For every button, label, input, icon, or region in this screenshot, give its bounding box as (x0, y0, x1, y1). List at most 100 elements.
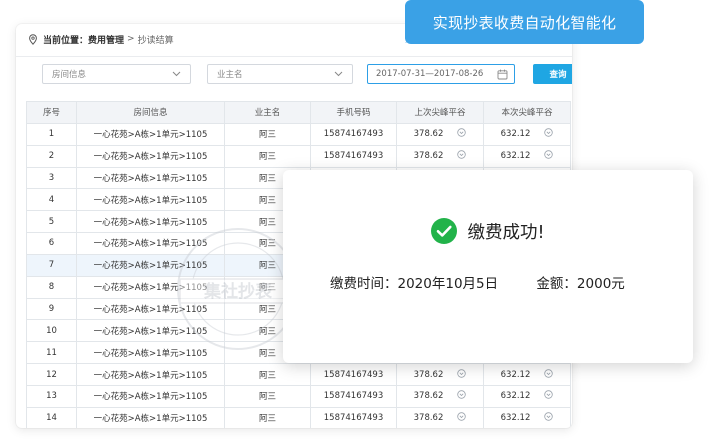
breadcrumb: 当前位置： 费用管理 > 抄读结算 (28, 31, 174, 47)
cell-room: 一心花苑>A栋>1单元>1105 (76, 406, 225, 428)
cell-index: 10 (26, 319, 77, 343)
breadcrumb-current-label: 当前位置： (43, 35, 89, 46)
cell-phone: 15874167493 (310, 384, 397, 408)
table-row[interactable]: 2 一心花苑>A栋>1单元>1105 阿三 15874167493 378.62 632.… (26, 144, 571, 168)
reading-cell: 632.12 (500, 368, 554, 381)
date-range-input[interactable]: 2017-07-31—2017-08-26 (367, 64, 515, 84)
cell-index: 9 (26, 297, 77, 321)
cell-owner: 阿三 (224, 122, 311, 146)
cell-current-reading: 632.12 (483, 122, 571, 146)
check-circle-icon (431, 218, 458, 244)
payment-time-label: 缴费时间： (330, 276, 398, 292)
circle-chevron-icon[interactable] (544, 150, 554, 162)
amount-value: 2000元 (576, 276, 625, 292)
query-button[interactable]: 查询 (533, 64, 572, 84)
cell-index: 5 (26, 210, 77, 234)
reading-cell: 632.12 (501, 390, 554, 402)
cell-index: 14 (26, 406, 77, 428)
reading-value: 632.12 (500, 129, 531, 140)
header-phone: 手机号码 (310, 101, 397, 124)
reading-value: 378.62 (413, 369, 444, 380)
room-select-placeholder: 房间信息 (52, 70, 87, 80)
dialog-title: 缴费成功! (467, 222, 545, 243)
dialog-details: 缴费时间：2020年10月5日 金额：2000元 (330, 272, 625, 292)
cell-room: 一心花苑>A栋>1单元>1105 (76, 384, 225, 408)
owner-select-placeholder: 业主名 (217, 70, 243, 80)
reading-value: 632.12 (500, 369, 531, 380)
cell-owner: 阿三 (224, 363, 311, 386)
reading-cell: 632.12 (501, 150, 554, 162)
cell-current-reading: 632.12 (483, 384, 571, 408)
cell-room: 一心花苑>A栋>1单元>1105 (76, 144, 225, 168)
reading-value: 378.62 (413, 391, 444, 402)
promo-callout: 实现抄表收费自动化智能化 (405, 0, 644, 44)
circle-chevron-icon[interactable] (457, 390, 467, 402)
cell-room: 一心花苑>A栋>1单元>1105 (76, 363, 225, 386)
cell-room: 一心花苑>A栋>1单元>1105 (76, 122, 225, 146)
cell-last-reading: 378.62 (396, 384, 484, 408)
cell-last-reading: 378.62 (396, 122, 484, 146)
cell-index: 7 (26, 253, 77, 277)
circle-chevron-icon[interactable] (457, 412, 467, 424)
circle-chevron-icon[interactable] (544, 390, 554, 402)
cell-phone: 15874167493 (310, 144, 397, 168)
cell-room: 一心花苑>A栋>1单元>1105 (76, 188, 225, 212)
circle-chevron-icon[interactable] (544, 412, 554, 424)
circle-chevron-icon[interactable] (457, 368, 467, 381)
cell-phone: 15874167493 (310, 406, 397, 428)
reading-cell: 378.62 (414, 412, 467, 424)
location-pin-icon (29, 33, 37, 45)
payment-time-value: 2020年10月5日 (397, 276, 499, 292)
breadcrumb-separator: > (127, 34, 135, 44)
watermark-text: 集社抄表 (203, 281, 273, 302)
breadcrumb-fee-management[interactable]: 费用管理 (88, 33, 124, 46)
chevron-down-icon (172, 71, 181, 77)
owner-select[interactable]: 业主名 (207, 64, 353, 84)
reading-cell: 632.12 (501, 128, 554, 140)
cell-last-reading: 378.62 (396, 144, 484, 168)
header-index: 序号 (26, 101, 77, 124)
cell-owner: 阿三 (224, 406, 311, 428)
reading-value: 378.62 (413, 129, 444, 140)
reading-value: 378.62 (413, 413, 444, 424)
cell-current-reading: 632.12 (483, 144, 571, 168)
header-owner: 业主名 (224, 101, 311, 124)
cell-index: 8 (26, 275, 77, 299)
cell-last-reading: 378.62 (396, 363, 484, 386)
room-select[interactable]: 房间信息 (42, 64, 191, 84)
calendar-icon[interactable] (497, 69, 508, 80)
reading-cell: 378.62 (413, 368, 467, 381)
cell-owner: 阿三 (224, 384, 311, 408)
dialog-header: 缴费成功! (283, 218, 693, 244)
cell-phone: 15874167493 (310, 122, 397, 146)
table-row[interactable]: 14 一心花苑>A栋>1单元>1105 阿三 15874167493 378.62 632… (26, 406, 571, 428)
cell-index: 4 (26, 188, 77, 212)
date-range-value: 2017-07-31—2017-08-26 (376, 69, 484, 79)
reading-cell: 378.62 (414, 390, 467, 402)
cell-index: 2 (26, 144, 77, 168)
reading-value: 632.12 (500, 391, 531, 402)
reading-value: 632.12 (500, 151, 531, 162)
cell-index: 3 (26, 166, 77, 190)
circle-chevron-icon[interactable] (544, 128, 554, 140)
table-row[interactable]: 13 一心花苑>A栋>1单元>1105 阿三 15874167493 378.62 632… (26, 384, 571, 408)
cell-current-reading: 632.12 (483, 406, 571, 428)
cell-last-reading: 378.62 (396, 406, 484, 428)
cell-index: 12 (26, 363, 77, 386)
circle-chevron-icon[interactable] (457, 150, 467, 162)
reading-cell: 378.62 (414, 128, 467, 140)
breadcrumb-meter-settlement: 抄读结算 (137, 35, 174, 46)
reading-cell: 378.62 (414, 150, 467, 162)
cell-index: 11 (26, 341, 77, 365)
header-divider (16, 56, 572, 57)
circle-chevron-icon[interactable] (457, 128, 467, 140)
table-row[interactable]: 1 一心花苑>A栋>1单元>1105 阿三 15874167493 378.62 632.… (26, 122, 571, 146)
reading-value: 632.12 (500, 413, 531, 424)
cell-current-reading: 632.12 (483, 363, 571, 386)
cell-room: 一心花苑>A栋>1单元>1105 (76, 166, 225, 190)
header-last-reading: 上次尖峰平谷 (396, 101, 484, 124)
circle-chevron-icon[interactable] (544, 368, 554, 381)
reading-value: 378.62 (413, 151, 444, 162)
table-row[interactable]: 12 一心花苑>A栋>1单元>1105 阿三 15874167493 378.62 632… (26, 363, 571, 386)
cell-owner: 阿三 (224, 144, 311, 168)
